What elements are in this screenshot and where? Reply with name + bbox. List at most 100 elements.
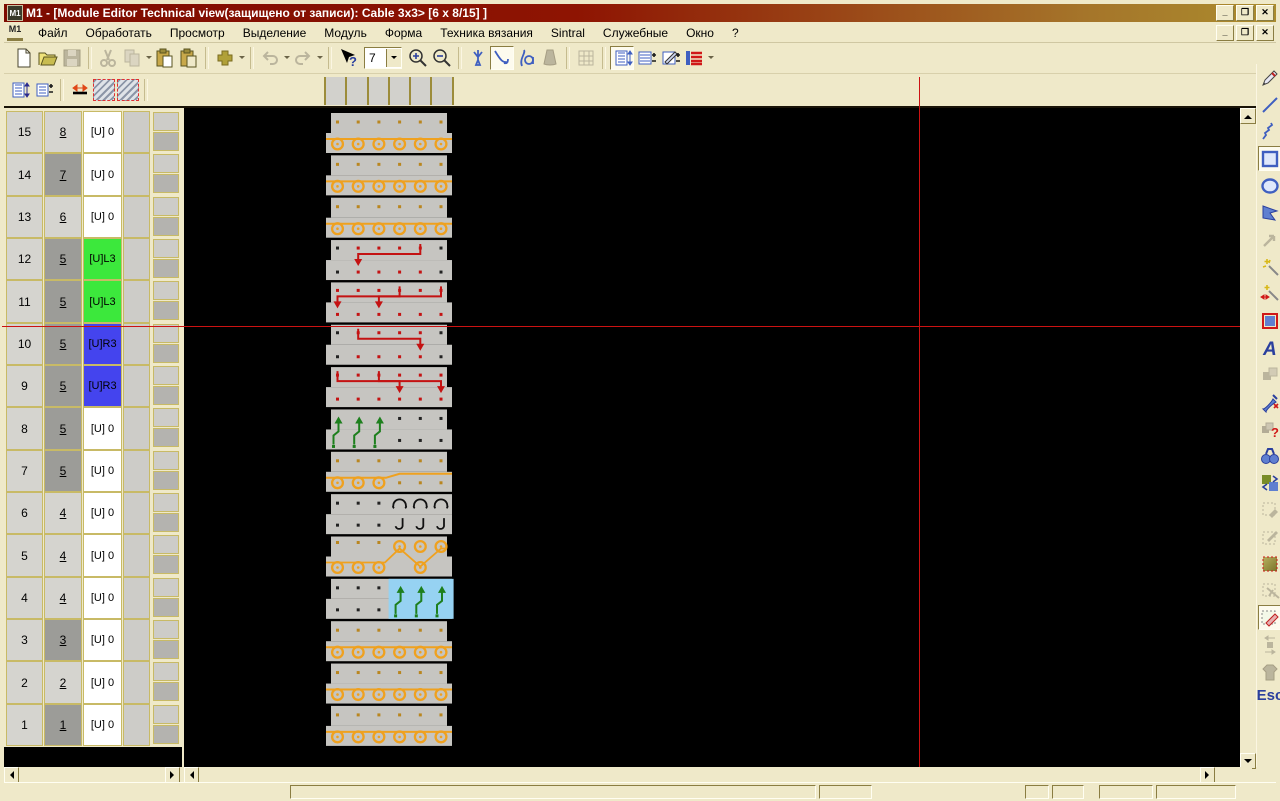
yarn-cone-icon[interactable] [538, 46, 562, 70]
magic-wand-icon[interactable] [1258, 254, 1280, 279]
module-help-icon[interactable]: ? [1258, 416, 1280, 441]
row-u-value-cell[interactable]: [U] 0 [83, 492, 122, 534]
row-number-cell[interactable]: 7 [6, 450, 43, 492]
row-link-cell[interactable]: 3 [44, 619, 82, 661]
row-mini-cell-bottom[interactable] [153, 471, 179, 490]
row-mini-cell-bottom[interactable] [153, 555, 179, 574]
ellipse-tool-icon[interactable] [1258, 173, 1280, 198]
menu-файл[interactable]: Файл [29, 24, 77, 42]
row-u-value-cell[interactable]: [U] 0 [83, 407, 122, 449]
row-u-value-cell[interactable]: [U]L3 [83, 238, 122, 280]
row-link-cell[interactable]: 1 [44, 704, 82, 746]
row-mini-cell-bottom[interactable] [153, 344, 179, 363]
view-edit-icon[interactable] [658, 46, 682, 70]
document-system-icon[interactable]: M1 [7, 24, 23, 41]
ruler-cell[interactable] [345, 77, 366, 105]
row-mini-cell-bottom[interactable] [153, 301, 179, 320]
combo-dropdown-button[interactable] [386, 49, 401, 67]
row-extra-cell[interactable] [123, 704, 150, 746]
row-number-cell[interactable]: 4 [6, 577, 43, 619]
row-link-cell[interactable]: 2 [44, 661, 82, 703]
cut-icon[interactable] [96, 46, 120, 70]
row-mini-cell-bottom[interactable] [153, 513, 179, 532]
rectangle-tool-icon[interactable] [1258, 146, 1280, 171]
fill-rectangle-icon[interactable] [1258, 308, 1280, 333]
ruler-cell[interactable] [324, 77, 345, 105]
menu-?[interactable]: ? [723, 24, 748, 42]
draw-selection-icon[interactable] [1258, 605, 1280, 630]
scroll-right-button[interactable] [1200, 767, 1215, 783]
row-link-cell[interactable]: 6 [44, 196, 82, 238]
row-number-cell[interactable]: 12 [6, 238, 43, 280]
row-u-value-cell[interactable]: [U] 0 [83, 153, 122, 195]
row-extra-cell[interactable] [123, 111, 150, 153]
scroll-left-button[interactable] [4, 767, 19, 783]
row-extra-cell[interactable] [123, 238, 150, 280]
menu-обработать[interactable]: Обработать [77, 24, 161, 42]
row-link-cell[interactable]: 5 [44, 365, 82, 407]
polygon-tool-icon[interactable] [1258, 200, 1280, 225]
undo-icon[interactable] [258, 46, 282, 70]
menu-техника-вязания[interactable]: Техника вязания [431, 24, 542, 42]
row-extra-cell[interactable] [123, 365, 150, 407]
row-number-cell[interactable]: 14 [6, 153, 43, 195]
row-mini-cell-top[interactable] [153, 281, 179, 300]
dropdown-arrow-icon[interactable] [144, 47, 153, 69]
row-number-cell[interactable]: 5 [6, 534, 43, 576]
row-mini-cell-top[interactable] [153, 239, 179, 258]
view-compress-rows-icon[interactable] [634, 46, 658, 70]
esc-button[interactable]: Esc [1257, 687, 1280, 704]
dropdown-arrow-icon[interactable] [706, 47, 715, 69]
row-u-value-cell[interactable]: [U] 0 [83, 534, 122, 576]
canvas-hscrollbar[interactable] [184, 767, 1252, 781]
row-mini-cell-bottom[interactable] [153, 725, 179, 744]
scroll-right-button[interactable] [165, 767, 180, 783]
row-number-cell[interactable]: 9 [6, 365, 43, 407]
row-link-cell[interactable]: 8 [44, 111, 82, 153]
redo-icon[interactable] [291, 46, 315, 70]
select-area-icon[interactable] [1258, 578, 1280, 603]
row-mini-cell-top[interactable] [153, 705, 179, 724]
row-link-cell[interactable]: 4 [44, 534, 82, 576]
vertical-scrollbar[interactable] [1240, 108, 1254, 767]
insert-plus-icon[interactable] [213, 46, 237, 70]
ruler-cell[interactable] [409, 77, 430, 105]
row-mini-cell-top[interactable] [153, 154, 179, 173]
row-extra-cell[interactable] [123, 534, 150, 576]
row-u-value-cell[interactable]: [U]R3 [83, 323, 122, 365]
row-number-cell[interactable]: 13 [6, 196, 43, 238]
freehand-tool-icon[interactable] [1258, 119, 1280, 144]
row-link-cell[interactable]: 5 [44, 238, 82, 280]
zoom-in-icon[interactable] [406, 46, 430, 70]
rows-height-icon[interactable] [8, 78, 32, 102]
dropdown-arrow-icon[interactable] [237, 47, 246, 69]
row-extra-cell[interactable] [123, 196, 150, 238]
row-mini-cell-top[interactable] [153, 451, 179, 470]
row-u-value-cell[interactable]: [U] 0 [83, 704, 122, 746]
row-panel-hscrollbar[interactable] [4, 767, 180, 781]
pen-tool-icon[interactable] [1258, 65, 1280, 90]
row-number-cell[interactable]: 6 [6, 492, 43, 534]
row-mini-cell-bottom[interactable] [153, 259, 179, 278]
row-mini-cell-top[interactable] [153, 620, 179, 639]
row-mini-cell-bottom[interactable] [153, 682, 179, 701]
menu-выделение[interactable]: Выделение [234, 24, 316, 42]
menu-служебные[interactable]: Служебные [594, 24, 677, 42]
paste-icon[interactable] [153, 46, 177, 70]
row-u-value-cell[interactable]: [U] 0 [83, 450, 122, 492]
row-extra-cell[interactable] [123, 492, 150, 534]
carriage-direction-icon[interactable] [68, 78, 92, 102]
row-mini-cell-top[interactable] [153, 112, 179, 131]
restore-button[interactable]: ❐ [1236, 5, 1254, 21]
row-mini-cell-bottom[interactable] [153, 132, 179, 151]
row-link-cell[interactable]: 5 [44, 323, 82, 365]
row-u-value-cell[interactable]: [U]L3 [83, 280, 122, 322]
row-number-cell[interactable]: 10 [6, 323, 43, 365]
row-extra-cell[interactable] [123, 661, 150, 703]
hatch-pattern-right-icon[interactable] [116, 78, 140, 102]
row-mini-cell-bottom[interactable] [153, 174, 179, 193]
zoom-out-icon[interactable] [430, 46, 454, 70]
context-help-icon[interactable]: ? [336, 46, 360, 70]
row-mini-cell-top[interactable] [153, 493, 179, 512]
dropdown-arrow-icon[interactable] [282, 47, 291, 69]
